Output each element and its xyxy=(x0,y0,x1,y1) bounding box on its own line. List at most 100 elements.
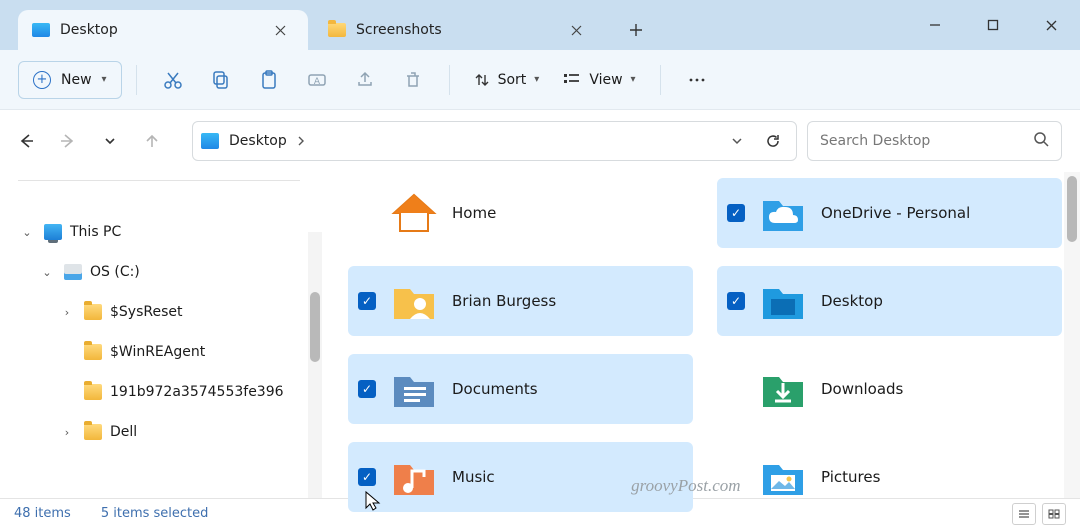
sort-icon xyxy=(474,72,490,88)
scrollbar-thumb[interactable] xyxy=(1067,176,1077,242)
tree-node-sysreset[interactable]: › $SysReset xyxy=(4,292,318,332)
tree-node-dell[interactable]: › Dell xyxy=(4,412,318,452)
trash-icon xyxy=(403,70,423,90)
separator xyxy=(136,65,137,95)
item-label: Documents xyxy=(452,380,538,398)
checkbox-checked[interactable]: ✓ xyxy=(358,468,376,486)
new-tab-button[interactable] xyxy=(618,12,654,48)
cut-button[interactable] xyxy=(151,61,195,99)
downloads-folder-icon xyxy=(759,367,807,411)
clipboard-icon xyxy=(259,70,279,90)
separator xyxy=(660,65,661,95)
collapse-icon[interactable]: ⌄ xyxy=(18,226,36,239)
tree-node-longfolder[interactable]: 191b972a3574553fe396 xyxy=(4,372,318,412)
item-home[interactable]: Home xyxy=(348,178,693,248)
search-box[interactable]: Search Desktop xyxy=(807,121,1062,161)
tab-desktop[interactable]: Desktop xyxy=(18,10,308,50)
arrow-up-icon xyxy=(143,132,161,150)
item-label: Pictures xyxy=(821,468,880,486)
tab-close-button[interactable] xyxy=(266,16,294,44)
close-icon xyxy=(1045,19,1058,32)
checkbox-checked[interactable]: ✓ xyxy=(358,380,376,398)
chevron-down-icon xyxy=(104,135,116,147)
tree-label: This PC xyxy=(70,224,121,240)
breadcrumb-item[interactable]: Desktop xyxy=(229,133,305,149)
close-icon xyxy=(571,25,582,36)
rename-button[interactable]: A xyxy=(295,61,339,99)
breadcrumb-label: Desktop xyxy=(229,133,287,149)
copy-icon xyxy=(211,70,231,90)
tab-screenshots[interactable]: Screenshots xyxy=(314,10,604,50)
checkbox-empty[interactable] xyxy=(358,204,376,222)
copy-button[interactable] xyxy=(199,61,243,99)
onedrive-folder-icon xyxy=(759,191,807,235)
pc-icon xyxy=(44,224,62,240)
address-history-button[interactable] xyxy=(722,121,752,161)
ellipsis-icon xyxy=(687,70,707,90)
refresh-button[interactable] xyxy=(758,121,788,161)
plus-circle-icon: + xyxy=(33,71,51,89)
item-brian-burgess[interactable]: ✓ Brian Burgess xyxy=(348,266,693,336)
checkbox-empty[interactable] xyxy=(727,380,745,398)
drive-icon xyxy=(64,264,82,280)
new-button[interactable]: + New ▾ xyxy=(18,61,122,99)
chevron-down-icon: ▾ xyxy=(631,74,636,85)
scrollbar-thumb[interactable] xyxy=(310,292,320,362)
checkbox-empty[interactable] xyxy=(727,468,745,486)
toolbar: + New ▾ A Sort ▾ View ▾ xyxy=(0,50,1080,110)
separator xyxy=(449,65,450,95)
item-documents[interactable]: ✓ Documents xyxy=(348,354,693,424)
search-placeholder: Search Desktop xyxy=(820,133,930,149)
delete-button[interactable] xyxy=(391,61,435,99)
item-onedrive[interactable]: ✓ OneDrive - Personal xyxy=(717,178,1062,248)
maximize-button[interactable] xyxy=(964,0,1022,50)
recent-locations-button[interactable] xyxy=(90,121,130,161)
tree-node-os-c[interactable]: ⌄ OS (C:) xyxy=(4,252,318,292)
item-pictures[interactable]: Pictures xyxy=(717,442,1062,512)
content-scrollbar[interactable] xyxy=(1064,172,1080,498)
address-bar[interactable]: Desktop xyxy=(192,121,797,161)
view-button[interactable]: View ▾ xyxy=(553,61,645,99)
folder-icon xyxy=(328,23,346,37)
close-window-button[interactable] xyxy=(1022,0,1080,50)
cursor-icon xyxy=(364,490,382,512)
share-button[interactable] xyxy=(343,61,387,99)
folder-icon xyxy=(84,344,102,360)
checkbox-checked[interactable]: ✓ xyxy=(727,204,745,222)
home-icon xyxy=(390,191,438,235)
checkbox-checked[interactable]: ✓ xyxy=(727,292,745,310)
item-label: Downloads xyxy=(821,380,903,398)
tree-scrollbar[interactable] xyxy=(308,232,322,498)
tree-node-winreagent[interactable]: $WinREAgent xyxy=(4,332,318,372)
item-label: Desktop xyxy=(821,292,883,310)
minimize-button[interactable] xyxy=(906,0,964,50)
item-music[interactable]: ✓ Music xyxy=(348,442,693,512)
up-button[interactable] xyxy=(132,121,172,161)
paste-button[interactable] xyxy=(247,61,291,99)
music-folder-icon xyxy=(390,455,438,499)
forward-button[interactable] xyxy=(48,121,88,161)
sort-button[interactable]: Sort ▾ xyxy=(464,61,550,99)
checkbox-checked[interactable]: ✓ xyxy=(358,292,376,310)
item-downloads[interactable]: Downloads xyxy=(717,354,1062,424)
more-button[interactable] xyxy=(675,61,719,99)
plus-icon xyxy=(629,23,643,37)
close-icon xyxy=(275,25,286,36)
chevron-down-icon: ▾ xyxy=(534,74,539,85)
item-count: 48 items xyxy=(14,506,71,521)
tree-label: OS (C:) xyxy=(90,264,140,280)
item-label: OneDrive - Personal xyxy=(821,204,970,222)
item-label: Brian Burgess xyxy=(452,292,556,310)
window-controls xyxy=(906,0,1080,50)
item-label: Music xyxy=(452,468,495,486)
back-button[interactable] xyxy=(6,121,46,161)
minimize-icon xyxy=(929,19,941,31)
expand-icon[interactable]: › xyxy=(58,426,76,439)
item-desktop[interactable]: ✓ Desktop xyxy=(717,266,1062,336)
expand-icon[interactable]: › xyxy=(58,306,76,319)
collapse-icon[interactable]: ⌄ xyxy=(38,266,56,279)
view-label: View xyxy=(589,72,622,88)
chevron-right-icon xyxy=(297,136,305,146)
tab-close-button[interactable] xyxy=(562,16,590,44)
tree-node-this-pc[interactable]: ⌄ This PC xyxy=(4,212,318,252)
